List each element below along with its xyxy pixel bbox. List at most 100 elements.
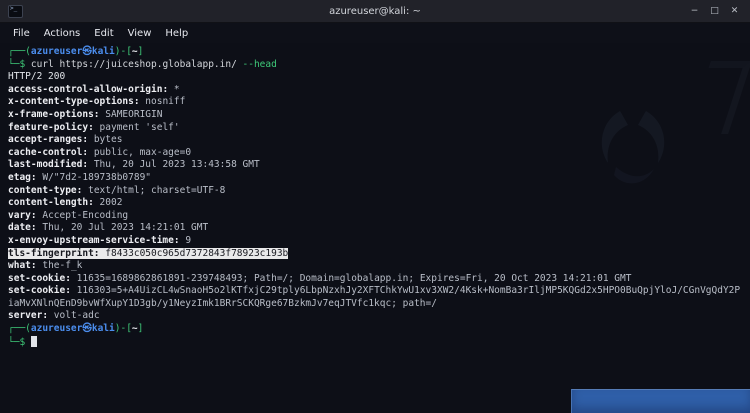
command-text: curl https://juiceshop.globalapp.in/ bbox=[31, 59, 243, 70]
header-name: set-cookie bbox=[8, 273, 65, 284]
header-value: Thu, 20 Jul 2023 14:21:01 GMT bbox=[42, 222, 208, 233]
header-value: 2002 bbox=[100, 197, 123, 208]
prompt-line-2: ┌──(azureuser㉿kali)-[~] bbox=[8, 323, 742, 336]
command-flag: --head bbox=[243, 59, 277, 70]
header-name: date bbox=[8, 222, 31, 233]
http-header-line: x-envoy-upstream-service-time: 9 bbox=[8, 235, 742, 248]
menu-actions[interactable]: Actions bbox=[37, 26, 88, 41]
header-separator: : bbox=[42, 310, 53, 321]
menu-view[interactable]: View bbox=[121, 26, 159, 41]
header-name: vary bbox=[8, 210, 31, 221]
header-value: Accept-Encoding bbox=[42, 210, 128, 221]
http-header-line: x-frame-options: SAMEORIGIN bbox=[8, 109, 742, 122]
http-header-line: accept-ranges: bytes bbox=[8, 134, 742, 147]
header-name: etag bbox=[8, 172, 31, 183]
header-value: Thu, 20 Jul 2023 13:43:58 GMT bbox=[94, 159, 260, 170]
header-separator: : bbox=[82, 159, 93, 170]
header-name: cache-control bbox=[8, 147, 82, 158]
header-separator: : bbox=[65, 273, 76, 284]
header-separator: : bbox=[82, 147, 93, 158]
header-name: access-control-allow-origin bbox=[8, 84, 162, 95]
header-name: x-envoy-upstream-service-time bbox=[8, 235, 174, 246]
header-value: 11635=1689862861891-239748493; Path=/; D… bbox=[77, 273, 632, 284]
header-value: * bbox=[174, 84, 180, 95]
http-header-line: what: the-f_k bbox=[8, 260, 742, 273]
terminal-app-icon bbox=[8, 5, 23, 18]
header-name: content-length bbox=[8, 197, 88, 208]
http-header-line: feature-policy: payment 'self' bbox=[8, 122, 742, 135]
header-separator: : bbox=[134, 96, 145, 107]
http-header-line: content-length: 2002 bbox=[8, 197, 742, 210]
header-name: content-type bbox=[8, 185, 77, 196]
prompt-user-host: azureuser㉿kali bbox=[31, 323, 115, 334]
input-line[interactable]: └─$ bbox=[8, 336, 742, 350]
header-value: volt-adc bbox=[54, 310, 100, 321]
menu-help[interactable]: Help bbox=[158, 26, 195, 41]
http-header-line: set-cookie: 116303=5+A4UizCL4wSnaoH5o2lK… bbox=[8, 285, 742, 310]
header-separator: : bbox=[88, 197, 99, 208]
prompt-frame-close: ] bbox=[138, 323, 144, 334]
header-value: f8433c050c965d7372843f78923c193b bbox=[105, 248, 288, 259]
header-separator: : bbox=[88, 122, 99, 133]
http-header-line: content-type: text/html; charset=UTF-8 bbox=[8, 185, 742, 198]
header-value: public, max-age=0 bbox=[94, 147, 191, 158]
prompt-frame-mid: )-[ bbox=[115, 46, 132, 57]
terminal[interactable]: ┌──(azureuser㉿kali)-[~] └─$ curl https:/… bbox=[0, 43, 750, 413]
header-name: set-cookie bbox=[8, 285, 65, 296]
header-separator: : bbox=[94, 109, 105, 120]
prompt-symbol: └─$ bbox=[8, 337, 31, 348]
close-button[interactable]: ✕ bbox=[728, 1, 741, 21]
header-name: server bbox=[8, 310, 42, 321]
prompt-frame-open: ┌──( bbox=[8, 323, 31, 334]
header-name: last-modified bbox=[8, 159, 82, 170]
http-header-line: date: Thu, 20 Jul 2023 14:21:01 GMT bbox=[8, 222, 742, 235]
header-separator: : bbox=[31, 222, 42, 233]
http-header-line: tls-fingerprint: f8433c050c965d7372843f7… bbox=[8, 248, 742, 261]
header-separator: : bbox=[94, 248, 105, 259]
header-value: 116303=5+A4UizCL4wSnaoH5o2lKTfxjC29tply6… bbox=[8, 285, 740, 309]
window-controls: − □ ✕ bbox=[688, 1, 750, 21]
http-header-line: vary: Accept-Encoding bbox=[8, 210, 742, 223]
header-value: SAMEORIGIN bbox=[105, 109, 162, 120]
header-name: x-frame-options bbox=[8, 109, 94, 120]
window-title: azureuser@kali: ~ bbox=[0, 6, 750, 17]
http-header-line: access-control-allow-origin: * bbox=[8, 84, 742, 97]
menu-file[interactable]: File bbox=[6, 26, 37, 41]
http-header-line: server: volt-adc bbox=[8, 310, 742, 323]
terminal-cursor[interactable] bbox=[31, 336, 37, 347]
header-separator: : bbox=[162, 84, 173, 95]
titlebar[interactable]: azureuser@kali: ~ − □ ✕ bbox=[0, 0, 750, 23]
header-value: text/html; charset=UTF-8 bbox=[88, 185, 225, 196]
menu-edit[interactable]: Edit bbox=[87, 26, 120, 41]
header-separator: : bbox=[174, 235, 185, 246]
header-name: x-content-type-options bbox=[8, 96, 134, 107]
http-headers: access-control-allow-origin: *x-content-… bbox=[8, 84, 742, 323]
prompt-frame-mid: )-[ bbox=[115, 323, 132, 334]
command-line: └─$ curl https://juiceshop.globalapp.in/… bbox=[8, 59, 742, 72]
prompt-user-host: azureuser㉿kali bbox=[31, 46, 115, 57]
header-separator: : bbox=[31, 172, 42, 183]
header-separator: : bbox=[31, 210, 42, 221]
prompt-frame-open: ┌──( bbox=[8, 46, 31, 57]
minimize-button[interactable]: − bbox=[688, 1, 701, 21]
header-value: bytes bbox=[94, 134, 123, 145]
prompt-line-1: ┌──(azureuser㉿kali)-[~] bbox=[8, 46, 742, 59]
http-status-line: HTTP/2 200 bbox=[8, 71, 742, 84]
terminal-window: azureuser@kali: ~ − □ ✕ File Actions Edi… bbox=[0, 0, 750, 413]
prompt-symbol: └─$ bbox=[8, 59, 31, 70]
maximize-button[interactable]: □ bbox=[708, 1, 721, 21]
header-separator: : bbox=[82, 134, 93, 145]
header-name: accept-ranges bbox=[8, 134, 82, 145]
header-separator: : bbox=[65, 285, 76, 296]
prompt-frame-close: ] bbox=[138, 46, 144, 57]
header-separator: : bbox=[77, 185, 88, 196]
http-header-line: set-cookie: 11635=1689862861891-23974849… bbox=[8, 273, 742, 286]
http-header-line: last-modified: Thu, 20 Jul 2023 13:43:58… bbox=[8, 159, 742, 172]
header-value: nosniff bbox=[145, 96, 185, 107]
background-overlay bbox=[571, 389, 750, 413]
http-header-line: etag: W/"7d2-189738b0789" bbox=[8, 172, 742, 185]
header-value: the-f_k bbox=[42, 260, 82, 271]
header-value: W/"7d2-189738b0789" bbox=[42, 172, 151, 183]
header-name: what bbox=[8, 260, 31, 271]
header-name: tls-fingerprint bbox=[8, 248, 94, 259]
